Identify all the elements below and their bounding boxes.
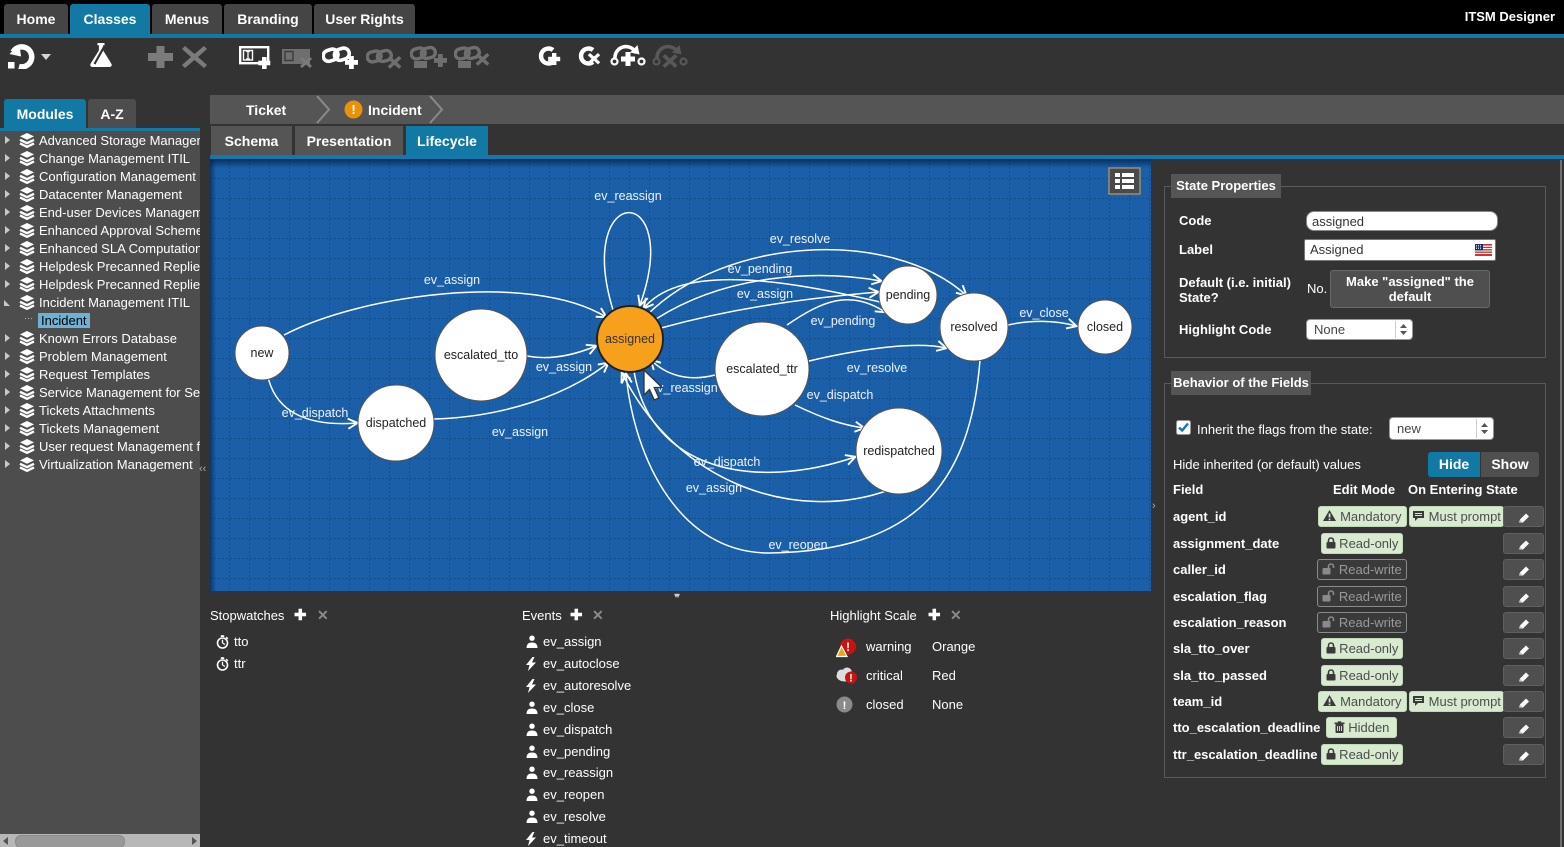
svg-text:ev_assign: ev_assign (424, 273, 480, 287)
svg-text:assigned: assigned (605, 332, 655, 346)
svg-text:ev_assign: ev_assign (492, 425, 548, 439)
svg-text:ev_dispatch: ev_dispatch (807, 388, 874, 402)
svg-text:!: ! (351, 102, 355, 117)
svg-text:closed: closed (1087, 320, 1123, 334)
svg-text:ev_pending: ev_pending (811, 314, 876, 328)
svg-text:ev_pending: ev_pending (728, 262, 793, 276)
svg-text:ev_assign: ev_assign (686, 481, 742, 495)
svg-text:dispatched: dispatched (366, 416, 427, 430)
svg-text:ev_reassign: ev_reassign (594, 189, 661, 203)
svg-text:ev_dispatch: ev_dispatch (282, 406, 349, 420)
svg-text:pending: pending (886, 288, 931, 302)
svg-text:new: new (251, 346, 275, 360)
svg-text:redispatched: redispatched (863, 444, 935, 458)
svg-text:!: ! (846, 640, 850, 654)
svg-text:!: ! (849, 673, 853, 685)
svg-text:ev_resolve: ev_resolve (847, 361, 907, 375)
svg-text:ev_dispatch: ev_dispatch (694, 455, 761, 469)
svg-text:ev_close: ev_close (1019, 306, 1068, 320)
svg-text:!: ! (843, 700, 847, 712)
svg-text:ev_assign: ev_assign (737, 287, 793, 301)
svg-text:resolved: resolved (950, 320, 997, 334)
svg-text:ev_resolve: ev_resolve (770, 232, 830, 246)
svg-text:escalated_ttr: escalated_ttr (726, 362, 798, 376)
svg-text:escalated_tto: escalated_tto (444, 348, 518, 362)
svg-text:ev_assign: ev_assign (536, 360, 592, 374)
svg-text:ev_reopen: ev_reopen (768, 538, 827, 552)
